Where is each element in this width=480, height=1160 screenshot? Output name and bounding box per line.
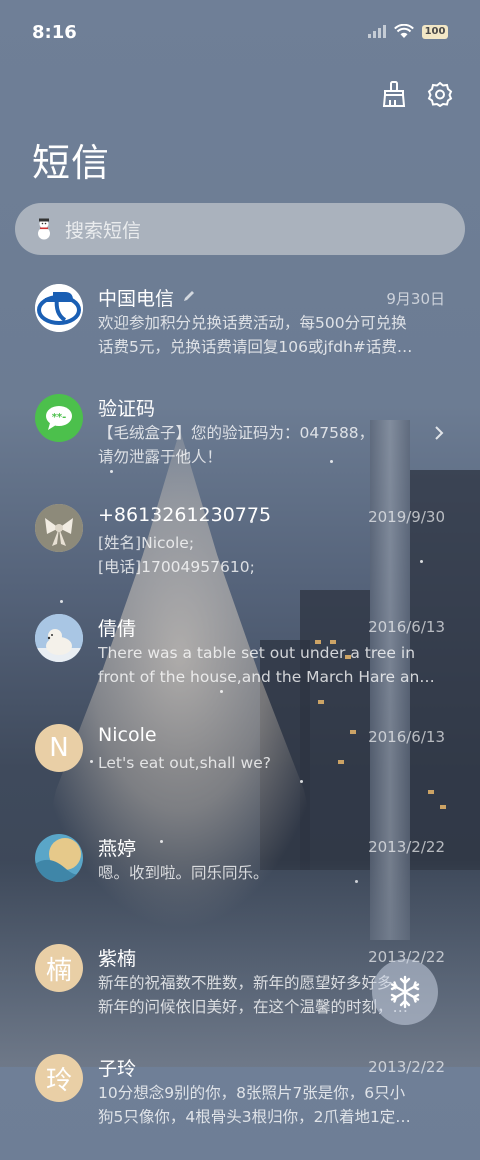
snowflake-icon [390,975,420,1009]
message-date: 2013/2/22 [368,1058,445,1076]
avatar: N [35,724,83,772]
message-date: 2019/9/30 [368,508,445,526]
contact-name: 中国电信 [98,288,175,310]
battery-indicator: 100 [422,24,448,39]
message-preview: Let's eat out,shall we? [98,751,446,799]
preview-line: 请勿泄露于他人！ [98,448,223,466]
preview-line: 话费5元，兑换话费请回复106或jfdh#话费… [98,338,413,356]
list-item[interactable]: **- 验证码 【毛绒盒子】您的验证码为：047588， 请勿泄露于他人！ [0,390,480,500]
list-item[interactable]: 燕婷 2013/2/22 嗯。收到啦。同乐同乐。 [0,830,480,940]
message-preview: 10分想念9别的你，8张照片7张是你，6只小 狗5只像你，4根骨头3根归你，2爪… [98,1081,446,1129]
page-title: 短信 [32,141,111,185]
photo-polar-bear [35,614,83,662]
contact-name: 子玲 [98,1058,137,1080]
message-preview: [姓名]Nicole; [电话]17004957610; [98,531,446,579]
contact-name: 燕婷 [98,838,137,860]
message-preview: 欢迎参加积分兑换话费活动，每500分可兑换 话费5元，兑换话费请回复106或jf… [98,311,446,359]
photo-bow [35,504,83,552]
chevron-right-icon[interactable] [432,426,446,440]
contact-name: +8613261230775 [98,504,272,526]
avatar: 玲 [35,1054,83,1102]
message-list: 中国电信 9月30日 欢迎参加积分兑换话费活动，每500分可兑换 话费5元，兑换… [0,280,480,1160]
brush-icon[interactable] [380,80,408,108]
message-date: 2013/2/22 [368,838,445,856]
contact-name: 验证码 [98,398,156,420]
signal-icon [368,25,386,38]
contact-name: Nicole [98,724,157,746]
svg-text:**-: **- [52,412,67,423]
contact-name: 紫楠 [98,948,137,970]
preview-line: [姓名]Nicole; [98,534,195,552]
preview-line: front of the house,and the March Hare an… [98,668,435,686]
search-placeholder: 搜索短信 [65,219,142,242]
list-item[interactable]: +8613261230775 2019/9/30 [姓名]Nicole; [电话… [0,500,480,610]
new-message-button[interactable] [372,959,438,1025]
preview-line: 狗5只像你，4根骨头3根归你，2爪着地1定… [98,1108,411,1126]
preview-line: 嗯。收到啦。同乐同乐。 [98,864,269,882]
message-date: 2016/6/13 [368,728,445,746]
list-item[interactable]: 倩倩 2016/6/13 There was a table set out u… [0,610,480,720]
search-input[interactable]: 搜索短信 [15,203,465,255]
gear-icon[interactable] [426,80,454,108]
list-item[interactable]: 中国电信 9月30日 欢迎参加积分兑换话费活动，每500分可兑换 话费5元，兑换… [0,280,480,390]
preview-line: [电话]17004957610; [98,558,255,576]
avatar: 楠 [35,944,83,992]
snowman-icon [33,218,55,240]
preview-line: Let's eat out,shall we? [98,754,271,772]
wifi-icon [394,24,414,38]
list-item[interactable]: N Nicole 2016/6/13 Let's eat out,shall w… [0,720,480,830]
contact-name: 倩倩 [98,618,137,640]
preview-line: 10分想念9别的你，8张照片7张是你，6只小 [98,1084,406,1102]
message-date: 2016/6/13 [368,618,445,636]
preview-line: There was a table set out under a tree i… [98,644,416,662]
message-preview: There was a table set out under a tree i… [98,641,446,689]
china-telecom-logo [35,284,83,332]
preview-line: 【毛绒盒子】您的验证码为：047588， [98,424,375,442]
status-icons: 100 [368,24,448,39]
status-bar: 8:16 100 [0,0,480,68]
message-preview: 嗯。收到啦。同乐同乐。 [98,861,446,909]
message-bubble-icon: **- [35,394,83,442]
message-date: 9月30日 [386,290,445,308]
photo-landscape [35,834,83,882]
status-time: 8:16 [32,22,77,43]
message-preview: 【毛绒盒子】您的验证码为：047588， 请勿泄露于他人！ [98,421,446,469]
top-actions [380,80,454,108]
pencil-icon [182,288,196,307]
preview-line: 欢迎参加积分兑换话费活动，每500分可兑换 [98,314,407,332]
